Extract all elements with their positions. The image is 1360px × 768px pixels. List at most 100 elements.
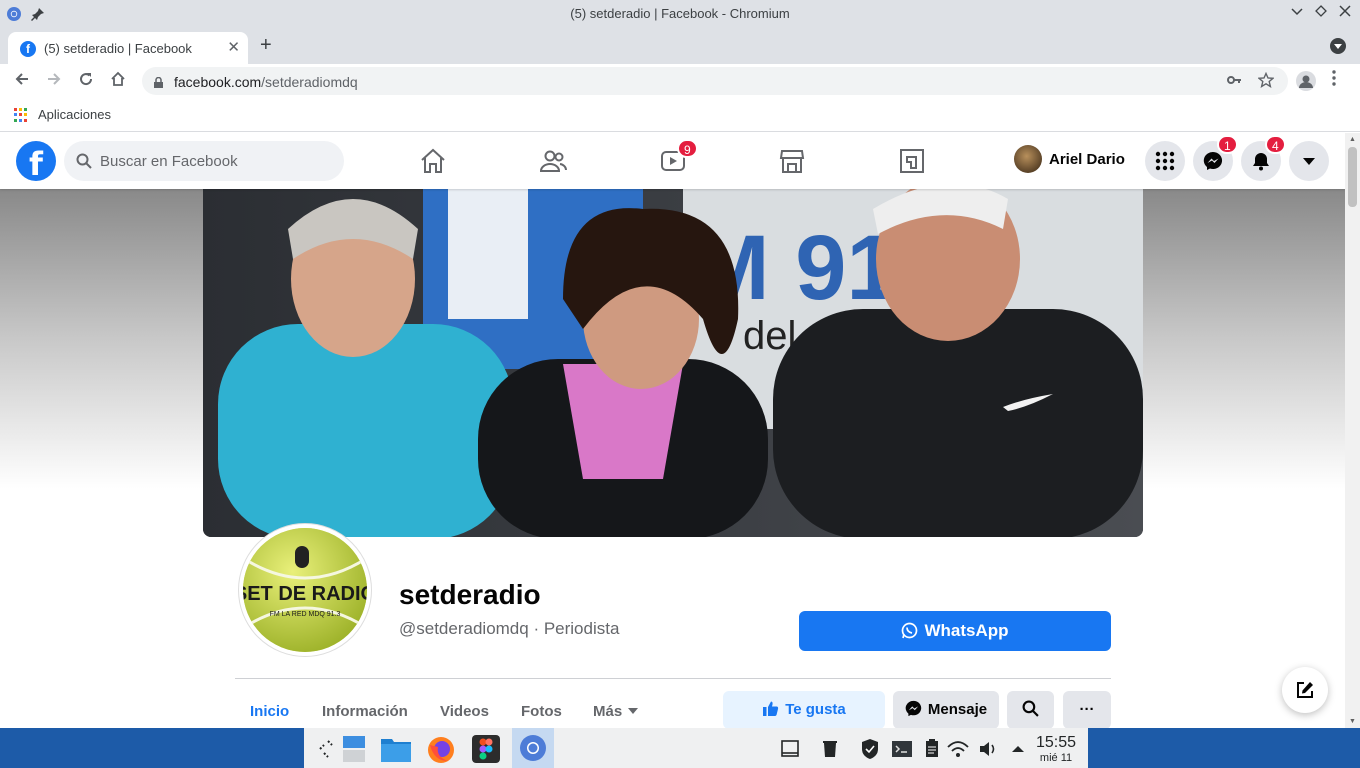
bookmark-star-icon[interactable] bbox=[1257, 71, 1275, 92]
tray-expand-icon[interactable] bbox=[1004, 735, 1032, 763]
like-button[interactable]: Te gusta bbox=[723, 691, 885, 728]
tab-title: (5) setderadio | Facebook bbox=[44, 41, 192, 56]
desktop-pager-icon[interactable] bbox=[340, 735, 368, 763]
whatsapp-button[interactable]: WhatsApp bbox=[799, 611, 1111, 651]
bookmarks-bar: Aplicaciones bbox=[0, 98, 1360, 132]
marketplace-icon bbox=[779, 150, 805, 173]
page-profile-picture[interactable]: SET DE RADIO FM LA RED MDQ 91.3 bbox=[238, 523, 372, 657]
scroll-down-arrow-icon[interactable]: ▼ bbox=[1349, 718, 1356, 725]
scrollbar-thumb[interactable] bbox=[1348, 147, 1357, 207]
page-scrollbar[interactable]: ▲ ▼ bbox=[1345, 133, 1360, 728]
volume-icon[interactable] bbox=[974, 735, 1002, 763]
taskbar-panel: 15:55 mié 11 bbox=[304, 728, 1088, 768]
tab-informacion[interactable]: Información bbox=[322, 703, 408, 720]
browser-toolbar: facebook.com/setderadiomdq bbox=[0, 64, 1360, 98]
page-handle: @setderadiomdq · Periodista bbox=[399, 619, 620, 638]
more-options-button[interactable]: ··· bbox=[1063, 691, 1111, 728]
launcher-icon[interactable] bbox=[312, 735, 340, 763]
page-viewport: M 91 del pl f Buscar en Facebook 9 Ariel… bbox=[0, 133, 1345, 728]
tab-facebook[interactable]: f (5) setderadio | Facebook ✕ bbox=[8, 32, 248, 64]
search-icon bbox=[1022, 700, 1039, 717]
chromium-taskbar-icon[interactable] bbox=[512, 728, 554, 768]
terminal-icon[interactable] bbox=[888, 735, 916, 763]
messenger-button[interactable]: 1 bbox=[1193, 135, 1238, 181]
account-button[interactable] bbox=[1289, 141, 1329, 181]
tab-videos[interactable]: Videos bbox=[440, 703, 489, 720]
figma-icon[interactable] bbox=[472, 735, 500, 763]
bell-icon bbox=[1253, 153, 1269, 171]
nav-home[interactable] bbox=[415, 143, 451, 179]
messenger-badge: 1 bbox=[1217, 135, 1238, 154]
tab-strip: f (5) setderadio | Facebook ✕ + bbox=[0, 28, 1360, 64]
nav-friends[interactable] bbox=[535, 143, 571, 179]
clock-time: 15:55 bbox=[1036, 734, 1077, 751]
search-input[interactable] bbox=[100, 141, 330, 181]
minimize-button[interactable] bbox=[1288, 5, 1306, 20]
firefox-icon[interactable] bbox=[426, 735, 454, 763]
maximize-button[interactable] bbox=[1312, 5, 1330, 20]
tab-search-icon[interactable] bbox=[1330, 38, 1346, 54]
home-icon bbox=[421, 148, 445, 173]
shield-icon[interactable] bbox=[856, 735, 884, 763]
menu-button[interactable] bbox=[1145, 141, 1185, 181]
notifications-badge: 4 bbox=[1265, 135, 1286, 154]
message-button[interactable]: Mensaje bbox=[893, 691, 999, 728]
facebook-search-box[interactable] bbox=[64, 141, 344, 181]
show-desktop-icon[interactable] bbox=[776, 735, 804, 763]
tab-inicio[interactable]: Inicio bbox=[250, 703, 289, 720]
nav-gaming[interactable] bbox=[894, 143, 930, 179]
user-name: Ariel Dario bbox=[1049, 151, 1125, 168]
cover-photo[interactable]: M 91 del pl bbox=[203, 189, 1143, 537]
clipboard-icon[interactable] bbox=[918, 735, 946, 763]
menu-kebab-icon[interactable] bbox=[1332, 70, 1336, 91]
messenger-icon bbox=[905, 700, 922, 717]
reload-button[interactable] bbox=[75, 70, 97, 92]
thumbs-up-icon bbox=[763, 701, 779, 716]
search-icon bbox=[76, 153, 92, 169]
facebook-favicon-icon: f bbox=[20, 41, 36, 57]
file-manager-icon[interactable] bbox=[380, 735, 411, 763]
notifications-button[interactable]: 4 bbox=[1241, 135, 1286, 181]
home-button[interactable] bbox=[107, 70, 129, 92]
page-search-button[interactable] bbox=[1007, 691, 1054, 728]
profile-icon[interactable] bbox=[1296, 71, 1316, 91]
new-tab-button[interactable]: + bbox=[260, 34, 272, 57]
grid-menu-icon bbox=[1155, 151, 1175, 171]
window-title: (5) setderadio | Facebook - Chromium bbox=[570, 6, 790, 21]
logo-subtext: FM LA RED MDQ 91.3 bbox=[270, 611, 341, 618]
trash-icon[interactable] bbox=[816, 735, 844, 763]
address-bar[interactable]: facebook.com/setderadiomdq bbox=[142, 67, 1288, 95]
gaming-icon bbox=[900, 149, 924, 173]
close-window-button[interactable] bbox=[1336, 5, 1354, 20]
apps-bookmark-label[interactable]: Aplicaciones bbox=[38, 107, 111, 122]
nav-marketplace[interactable] bbox=[774, 143, 810, 179]
facebook-logo-icon[interactable]: f bbox=[16, 141, 56, 181]
back-button[interactable] bbox=[11, 70, 33, 92]
avatar bbox=[1014, 145, 1042, 173]
lock-icon[interactable] bbox=[154, 75, 163, 88]
new-message-button[interactable] bbox=[1282, 667, 1328, 713]
apps-grid-icon[interactable] bbox=[14, 108, 28, 122]
like-label: Te gusta bbox=[785, 701, 846, 718]
tab-mas-label: Más bbox=[593, 703, 623, 720]
clock-date: mié 11 bbox=[1039, 752, 1073, 764]
logo-text: SET DE RADIO bbox=[243, 583, 367, 605]
window-titlebar: (5) setderadio | Facebook - Chromium bbox=[0, 0, 1360, 28]
watch-badge: 9 bbox=[677, 139, 698, 158]
whatsapp-icon bbox=[902, 622, 918, 639]
url-text: facebook.com/setderadiomdq bbox=[174, 74, 358, 90]
facebook-header: f 9 Ariel Dario bbox=[0, 133, 1345, 189]
taskbar: 15:55 mié 11 bbox=[0, 728, 1360, 768]
nav-watch[interactable]: 9 bbox=[655, 139, 698, 179]
key-icon[interactable] bbox=[1226, 72, 1242, 92]
compose-icon bbox=[1297, 682, 1313, 698]
tab-fotos[interactable]: Fotos bbox=[521, 703, 562, 720]
clock[interactable]: 15:55 mié 11 bbox=[1036, 734, 1076, 764]
scroll-up-arrow-icon[interactable]: ▲ bbox=[1349, 136, 1356, 143]
forward-button[interactable] bbox=[43, 70, 65, 92]
whatsapp-label: WhatsApp bbox=[924, 621, 1009, 640]
page-title: setderadio bbox=[399, 579, 541, 610]
tab-close-icon[interactable]: ✕ bbox=[227, 38, 240, 56]
wifi-icon[interactable] bbox=[944, 735, 972, 763]
tab-mas[interactable]: Más bbox=[593, 703, 639, 720]
